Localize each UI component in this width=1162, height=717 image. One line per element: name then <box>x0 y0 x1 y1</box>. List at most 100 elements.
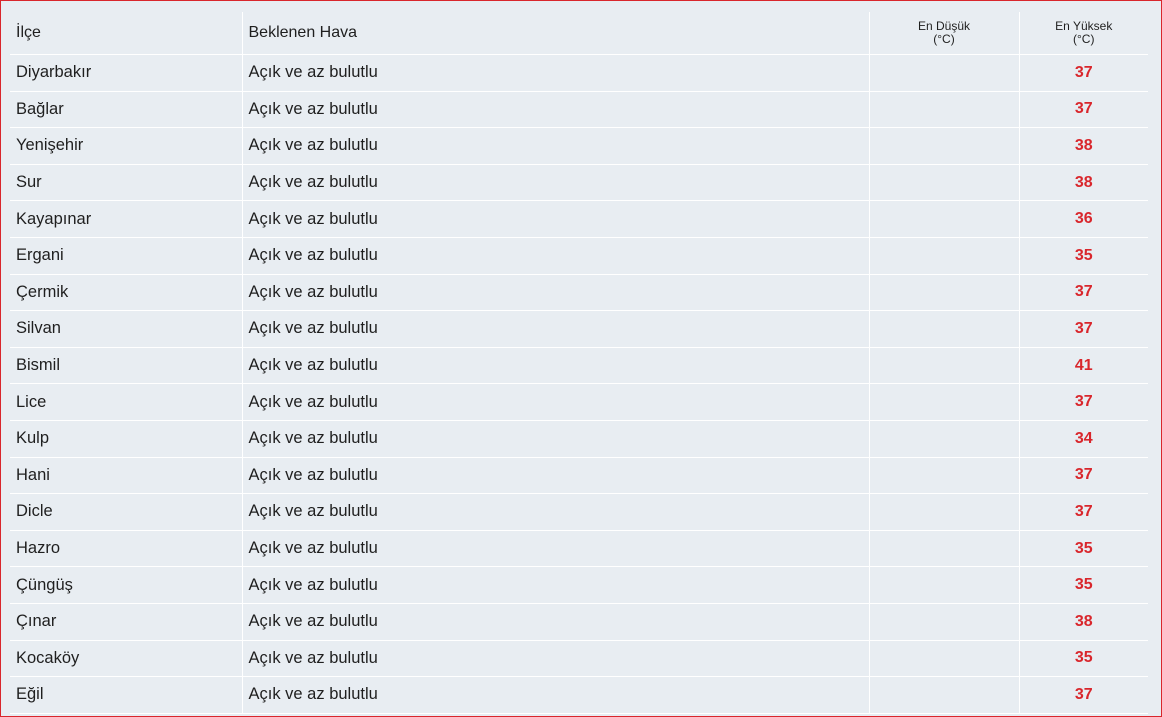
table-row: Çınar Açık ve az bulutlu 38 <box>10 603 1148 641</box>
weather-forecast-panel: İlçe Beklenen Hava En Düşük (°C) En Yüks… <box>0 0 1162 717</box>
district-cell: Dicle <box>10 493 242 531</box>
max-temp-cell: 37 <box>1018 310 1148 348</box>
table-row: Hani Açık ve az bulutlu 37 <box>10 457 1148 495</box>
min-temp-cell <box>868 54 1019 92</box>
expected-weather-cell: Açık ve az bulutlu <box>241 274 869 312</box>
min-temp-cell <box>868 237 1019 275</box>
table-row: Sur Açık ve az bulutlu 38 <box>10 164 1148 202</box>
header-district: İlçe <box>10 12 242 55</box>
min-temp-cell <box>868 200 1019 238</box>
max-temp-cell: 37 <box>1018 274 1148 312</box>
min-temp-cell <box>868 164 1019 202</box>
expected-weather-cell: Açık ve az bulutlu <box>241 200 869 238</box>
header-min-temp-label: En Düşük <box>917 19 971 33</box>
min-temp-cell <box>868 274 1019 312</box>
table-row: Kulp Açık ve az bulutlu 34 <box>10 420 1148 458</box>
max-temp-cell: 38 <box>1018 164 1148 202</box>
max-temp-cell: 35 <box>1018 566 1148 604</box>
table-row: Diyarbakır Açık ve az bulutlu 37 <box>10 54 1148 92</box>
min-temp-cell <box>868 640 1019 678</box>
expected-weather-cell: Açık ve az bulutlu <box>241 310 869 348</box>
district-cell: Eğil <box>10 676 242 714</box>
min-temp-cell <box>868 603 1019 641</box>
table-row: Hazro Açık ve az bulutlu 35 <box>10 530 1148 568</box>
max-temp-cell: 37 <box>1018 91 1148 129</box>
district-cell: Lice <box>10 383 242 421</box>
max-temp-cell: 36 <box>1018 200 1148 238</box>
district-forecast-table: İlçe Beklenen Hava En Düşük (°C) En Yüks… <box>10 12 1148 714</box>
district-cell: Kulp <box>10 420 242 458</box>
min-temp-cell <box>868 91 1019 129</box>
table-row: Eğil Açık ve az bulutlu 37 <box>10 676 1148 714</box>
min-temp-cell <box>868 383 1019 421</box>
table-row: Kayapınar Açık ve az bulutlu 36 <box>10 200 1148 238</box>
district-cell: Hani <box>10 457 242 495</box>
expected-weather-cell: Açık ve az bulutlu <box>241 91 869 129</box>
max-temp-cell: 37 <box>1018 676 1148 714</box>
expected-weather-cell: Açık ve az bulutlu <box>241 603 869 641</box>
header-max-temp-label: En Yüksek <box>1055 19 1113 33</box>
expected-weather-cell: Açık ve az bulutlu <box>241 420 869 458</box>
max-temp-cell: 34 <box>1018 420 1148 458</box>
min-temp-cell <box>868 676 1019 714</box>
min-temp-cell <box>868 347 1019 385</box>
min-temp-cell <box>868 420 1019 458</box>
expected-weather-cell: Açık ve az bulutlu <box>241 493 869 531</box>
expected-weather-cell: Açık ve az bulutlu <box>241 383 869 421</box>
table-row: Ergani Açık ve az bulutlu 35 <box>10 237 1148 275</box>
max-temp-cell: 38 <box>1018 603 1148 641</box>
expected-weather-cell: Açık ve az bulutlu <box>241 347 869 385</box>
min-temp-cell <box>868 566 1019 604</box>
district-cell: Sur <box>10 164 242 202</box>
max-temp-cell: 37 <box>1018 493 1148 531</box>
min-temp-cell <box>868 310 1019 348</box>
max-temp-cell: 37 <box>1018 383 1148 421</box>
max-temp-cell: 37 <box>1018 457 1148 495</box>
table-row: Dicle Açık ve az bulutlu 37 <box>10 493 1148 531</box>
expected-weather-cell: Açık ve az bulutlu <box>241 164 869 202</box>
header-expected-weather: Beklenen Hava <box>241 12 869 55</box>
expected-weather-cell: Açık ve az bulutlu <box>241 640 869 678</box>
table-row: Bismil Açık ve az bulutlu 41 <box>10 347 1148 385</box>
district-cell: Ergani <box>10 237 242 275</box>
district-cell: Bismil <box>10 347 242 385</box>
district-cell: Kayapınar <box>10 200 242 238</box>
max-temp-cell: 35 <box>1018 640 1148 678</box>
max-temp-cell: 41 <box>1018 347 1148 385</box>
max-temp-cell: 35 <box>1018 237 1148 275</box>
table-header-row: İlçe Beklenen Hava En Düşük (°C) En Yüks… <box>10 12 1148 55</box>
table-row: Silvan Açık ve az bulutlu 37 <box>10 310 1148 348</box>
district-cell: Silvan <box>10 310 242 348</box>
district-cell: Hazro <box>10 530 242 568</box>
district-cell: Çüngüş <box>10 566 242 604</box>
max-temp-cell: 38 <box>1018 127 1148 165</box>
table-row: Lice Açık ve az bulutlu 37 <box>10 383 1148 421</box>
district-cell: Kocaköy <box>10 640 242 678</box>
header-max-temp-unit: (°C) <box>1073 32 1095 46</box>
expected-weather-cell: Açık ve az bulutlu <box>241 237 869 275</box>
min-temp-cell <box>868 493 1019 531</box>
expected-weather-cell: Açık ve az bulutlu <box>241 127 869 165</box>
max-temp-cell: 35 <box>1018 530 1148 568</box>
district-cell: Diyarbakır <box>10 54 242 92</box>
expected-weather-cell: Açık ve az bulutlu <box>241 676 869 714</box>
expected-weather-cell: Açık ve az bulutlu <box>241 457 869 495</box>
header-min-temp-unit: (°C) <box>933 32 955 46</box>
header-max-temp: En Yüksek (°C) <box>1018 12 1148 55</box>
expected-weather-cell: Açık ve az bulutlu <box>241 566 869 604</box>
table-row: Kocaköy Açık ve az bulutlu 35 <box>10 640 1148 678</box>
header-min-temp: En Düşük (°C) <box>868 12 1019 55</box>
table-row: Çermik Açık ve az bulutlu 37 <box>10 274 1148 312</box>
district-cell: Bağlar <box>10 91 242 129</box>
min-temp-cell <box>868 127 1019 165</box>
district-cell: Çermik <box>10 274 242 312</box>
min-temp-cell <box>868 530 1019 568</box>
min-temp-cell <box>868 457 1019 495</box>
expected-weather-cell: Açık ve az bulutlu <box>241 54 869 92</box>
expected-weather-cell: Açık ve az bulutlu <box>241 530 869 568</box>
district-cell: Yenişehir <box>10 127 242 165</box>
table-row: Yenişehir Açık ve az bulutlu 38 <box>10 127 1148 165</box>
table-row: Bağlar Açık ve az bulutlu 37 <box>10 91 1148 129</box>
table-row: Çüngüş Açık ve az bulutlu 35 <box>10 566 1148 604</box>
max-temp-cell: 37 <box>1018 54 1148 92</box>
